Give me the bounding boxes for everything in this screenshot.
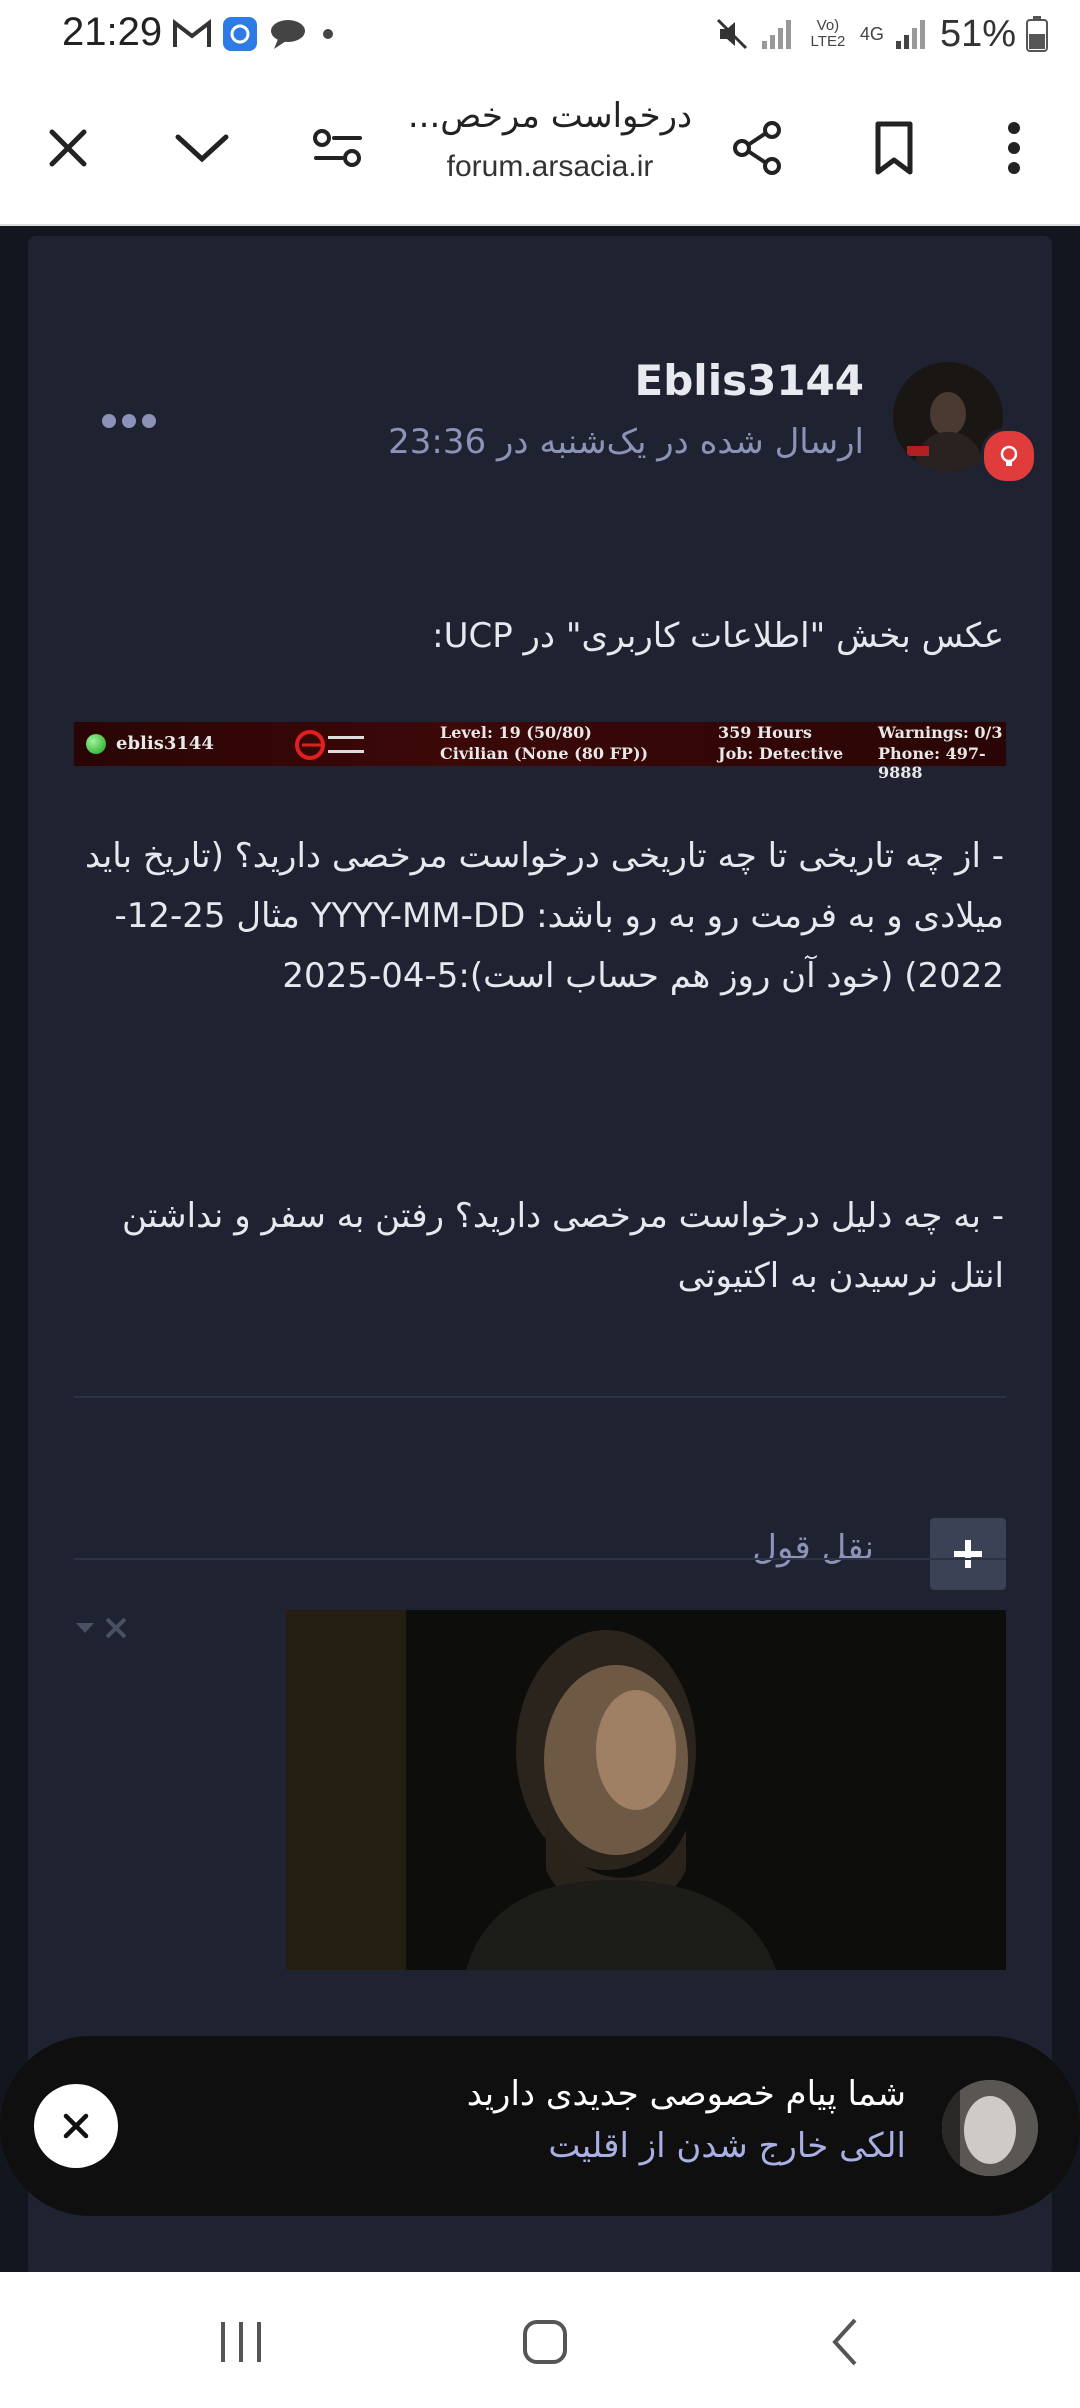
back-button[interactable] [800, 2302, 890, 2382]
ucp-intro-text: عکس بخش "اطلاعات کاربری" در UCP: [432, 616, 1004, 656]
page-content: Eblis3144 ارسال شده در یک‌شنبه در 23:36 … [0, 226, 1080, 2276]
portrait-image [286, 1610, 1006, 1970]
home-button[interactable] [500, 2302, 590, 2382]
browser-toolbar: درخواست مرخص... forum.arsacia.ir [0, 72, 1080, 226]
dot [102, 414, 116, 428]
home-icon [523, 2320, 567, 2364]
caret-down-icon[interactable] [74, 1621, 96, 1635]
url-area[interactable]: درخواست مرخص... forum.arsacia.ir [400, 96, 700, 184]
dot [122, 414, 136, 428]
dot-icon [323, 29, 333, 39]
dismiss-notification-button[interactable] [34, 2084, 118, 2168]
status-bar: 21:29 Vo) LTE2 4G 51% [0, 0, 1080, 72]
online-status-icon [86, 734, 106, 754]
status-time: 21:29 [62, 10, 163, 54]
status-notification-icons [172, 14, 338, 54]
ucp-phone: Phone: 497-9888 [878, 744, 986, 782]
question-dates-text: - از چه تاریخی تا چه تاریخی درخواست مرخص… [85, 836, 1004, 996]
dot [142, 414, 156, 428]
close-tab-button[interactable] [32, 112, 104, 184]
bookmark-icon [875, 121, 913, 175]
signal-icon [761, 20, 791, 49]
ucp-warnings: Warnings: 0/3 [878, 723, 1003, 742]
lightbulb-icon [1000, 445, 1018, 466]
arsacia-logo-icon [295, 730, 364, 760]
app-icon [223, 17, 257, 51]
carrier-label: Vo) LTE2 [810, 17, 846, 50]
post-date: ارسال شده در یک‌شنبه در 23:36 [388, 422, 864, 462]
quote-button[interactable]: نقل قول [752, 1528, 874, 1568]
ucp-job: Job: Detective [718, 744, 844, 763]
battery-icon [1026, 16, 1048, 52]
page-host: forum.arsacia.ir [446, 150, 654, 183]
share-icon [733, 121, 781, 175]
post-options-button[interactable] [102, 414, 156, 428]
moderator-badge [981, 428, 1037, 484]
battery-percent: 51% [939, 12, 1016, 55]
signature-image [286, 1610, 1006, 1970]
question-reason-text: - به چه دلیل درخواست مرخصی دارید؟ رفتن ب… [122, 1196, 1004, 1296]
recent-apps-icon [221, 2322, 261, 2362]
ucp-level: Level: 19 (50/80) [440, 723, 592, 742]
ucp-name: eblis3144 [116, 733, 214, 754]
close-icon[interactable] [104, 1616, 128, 1640]
private-message-notification[interactable]: شما پیام خصوصی جدیدی دارید الکی خارج شدن… [0, 2036, 1080, 2216]
page-title: درخواست مرخص... [407, 96, 693, 136]
network-label: 4G [859, 23, 884, 44]
sender-avatar [942, 2080, 1038, 2176]
ucp-banner-image: eblis3144 Level: 19 (50/80) Civilian (No… [74, 722, 1006, 782]
minimize-button[interactable] [166, 112, 238, 184]
signal-icon [895, 20, 925, 49]
notification-title: شما پیام خصوصی جدیدی دارید [466, 2074, 906, 2114]
multi-quote-button[interactable] [930, 1518, 1006, 1590]
system-nav-bar [0, 2272, 1080, 2408]
divider [74, 1396, 1006, 1398]
close-icon [63, 2113, 89, 2139]
page-settings-button[interactable] [302, 112, 374, 184]
more-vert-icon [1008, 122, 1020, 174]
gmail-icon [173, 19, 211, 47]
author-name[interactable]: Eblis3144 [635, 356, 864, 405]
back-icon [832, 2318, 857, 2366]
chevron-down-icon [175, 134, 229, 163]
notification-message[interactable]: الکی خارج شدن از اقلیت [548, 2126, 906, 2166]
more-menu-button[interactable] [978, 112, 1050, 184]
signature-controls[interactable] [74, 1616, 128, 1640]
avatar-image [942, 2080, 1038, 2176]
divider [74, 1558, 1006, 1560]
chat-icon [271, 20, 305, 49]
status-right: Vo) LTE2 4G 51% [714, 10, 1048, 58]
ucp-hours: 359 Hours [718, 723, 812, 742]
plus-icon [954, 1540, 982, 1568]
page-settings-icon [313, 129, 362, 167]
bookmark-button[interactable] [858, 112, 930, 184]
recent-apps-button[interactable] [196, 2302, 286, 2382]
forum-post: Eblis3144 ارسال شده در یک‌شنبه در 23:36 … [28, 236, 1052, 2276]
ucp-status: Civilian (None (80 FP)) [440, 744, 649, 763]
share-button[interactable] [722, 112, 794, 184]
mute-icon [716, 18, 747, 50]
close-icon [49, 129, 87, 167]
